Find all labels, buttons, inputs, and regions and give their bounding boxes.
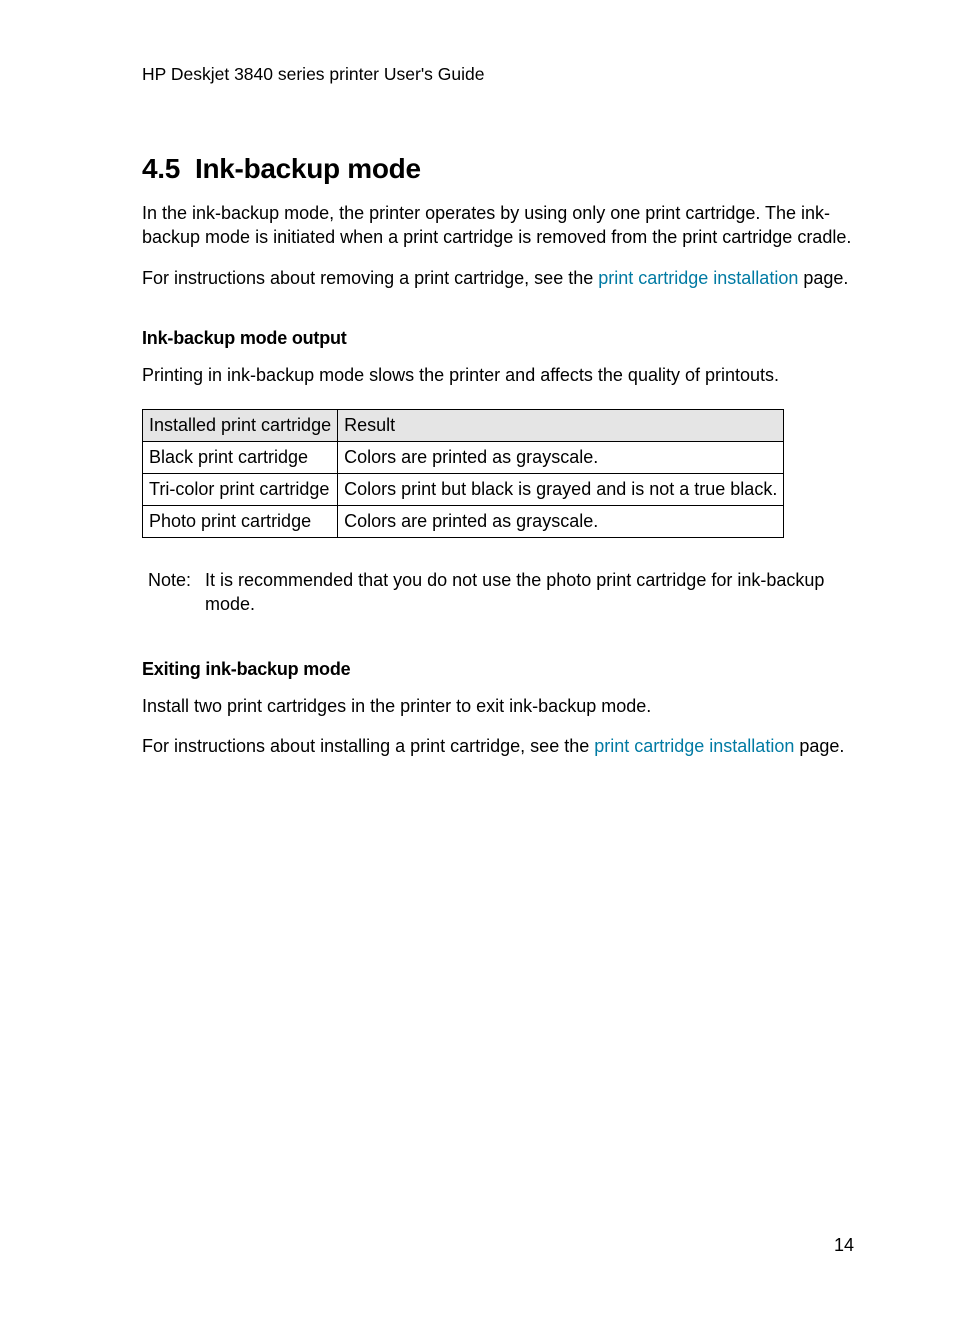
exit-paragraph-1: Install two print cartridges in the prin… xyxy=(142,694,854,718)
output-table: Installed print cartridge Result Black p… xyxy=(142,409,784,538)
removal-instruction-text-pre: For instructions about removing a print … xyxy=(142,268,598,288)
removal-instruction-text-post: page. xyxy=(798,268,848,288)
table-header-row: Installed print cartridge Result xyxy=(143,410,784,442)
print-cartridge-installation-link[interactable]: print cartridge installation xyxy=(598,268,798,288)
exit-subheading: Exiting ink-backup mode xyxy=(142,659,854,680)
section-title: Ink-backup mode xyxy=(195,153,421,184)
note-block: Note: It is recommended that you do not … xyxy=(142,568,854,617)
exit-instruction-text-pre: For instructions about installing a prin… xyxy=(142,736,594,756)
note-label: Note: xyxy=(142,568,191,617)
removal-instruction-paragraph: For instructions about removing a print … xyxy=(142,266,854,290)
table-cell-cartridge: Photo print cartridge xyxy=(143,506,338,538)
intro-paragraph: In the ink-backup mode, the printer oper… xyxy=(142,201,854,250)
output-subheading: Ink-backup mode output xyxy=(142,328,854,349)
exit-paragraph-2: For instructions about installing a prin… xyxy=(142,734,854,758)
table-cell-result: Colors are printed as grayscale. xyxy=(338,442,784,474)
exit-instruction-text-post: page. xyxy=(794,736,844,756)
table-header-result: Result xyxy=(338,410,784,442)
table-header-cartridge: Installed print cartridge xyxy=(143,410,338,442)
table-cell-result: Colors are printed as grayscale. xyxy=(338,506,784,538)
table-row: Tri-color print cartridge Colors print b… xyxy=(143,474,784,506)
table-cell-result: Colors print but black is grayed and is … xyxy=(338,474,784,506)
table-cell-cartridge: Tri-color print cartridge xyxy=(143,474,338,506)
table-row: Photo print cartridge Colors are printed… xyxy=(143,506,784,538)
print-cartridge-installation-link-2[interactable]: print cartridge installation xyxy=(594,736,794,756)
page-header: HP Deskjet 3840 series printer User's Gu… xyxy=(142,64,854,85)
section-heading: 4.5 Ink-backup mode xyxy=(142,153,854,185)
table-row: Black print cartridge Colors are printed… xyxy=(143,442,784,474)
table-cell-cartridge: Black print cartridge xyxy=(143,442,338,474)
page-number: 14 xyxy=(834,1235,854,1256)
output-paragraph: Printing in ink-backup mode slows the pr… xyxy=(142,363,854,387)
note-text: It is recommended that you do not use th… xyxy=(205,568,854,617)
section-number: 4.5 xyxy=(142,153,180,184)
